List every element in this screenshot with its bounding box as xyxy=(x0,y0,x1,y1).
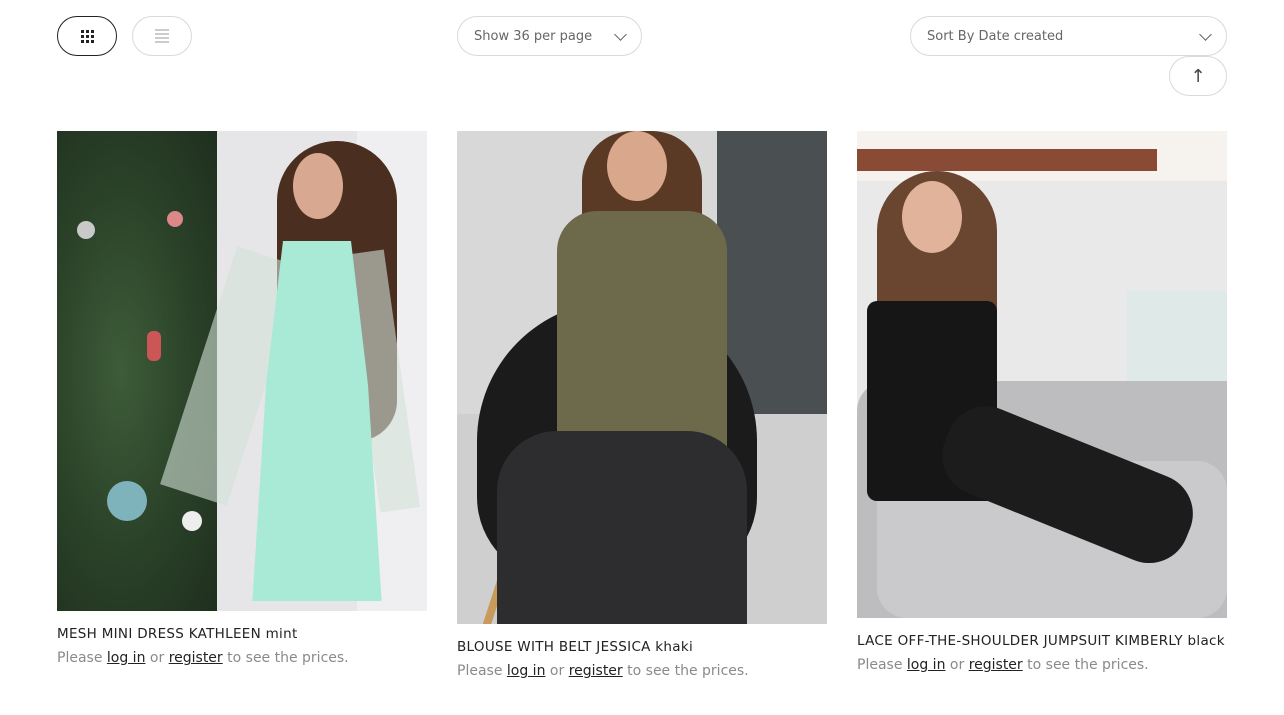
arrow-up-icon: ↑ xyxy=(1190,65,1206,87)
product-image[interactable] xyxy=(57,131,427,611)
register-link[interactable]: register xyxy=(169,650,223,666)
chevron-down-icon xyxy=(614,27,627,41)
grid-icon xyxy=(80,29,94,43)
chevron-down-icon xyxy=(1199,27,1212,41)
scroll-top-button[interactable]: ↑ xyxy=(1169,56,1227,96)
grid-view-button[interactable] xyxy=(57,16,117,56)
register-link[interactable]: register xyxy=(569,663,623,679)
product-card: LACE OFF-THE-SHOULDER JUMPSUIT KIMBERLY … xyxy=(857,131,1227,673)
login-link[interactable]: log in xyxy=(907,657,946,673)
product-card: MESH MINI DRESS KATHLEEN mint Please log… xyxy=(57,131,427,666)
sort-select[interactable]: Sort By Date created xyxy=(910,16,1227,56)
product-name[interactable]: BLOUSE WITH BELT JESSICA khaki xyxy=(457,638,827,657)
product-image[interactable] xyxy=(457,131,827,624)
product-card: BLOUSE WITH BELT JESSICA khaki Please lo… xyxy=(457,131,827,679)
product-name[interactable]: LACE OFF-THE-SHOULDER JUMPSUIT KIMBERLY … xyxy=(857,632,1227,651)
list-icon xyxy=(155,29,169,43)
price-login-note: Please log in or register to see the pri… xyxy=(457,663,749,679)
product-image[interactable] xyxy=(857,131,1227,618)
price-login-note: Please log in or register to see the pri… xyxy=(857,657,1149,673)
price-login-note: Please log in or register to see the pri… xyxy=(57,650,349,666)
per-page-label: Show 36 per page xyxy=(474,28,593,44)
product-name[interactable]: MESH MINI DRESS KATHLEEN mint xyxy=(57,625,427,644)
list-view-button[interactable] xyxy=(132,16,192,56)
login-link[interactable]: log in xyxy=(507,663,546,679)
per-page-select[interactable]: Show 36 per page xyxy=(457,16,642,56)
login-link[interactable]: log in xyxy=(107,650,146,666)
register-link[interactable]: register xyxy=(969,657,1023,673)
sort-label: Sort By Date created xyxy=(927,28,1064,44)
